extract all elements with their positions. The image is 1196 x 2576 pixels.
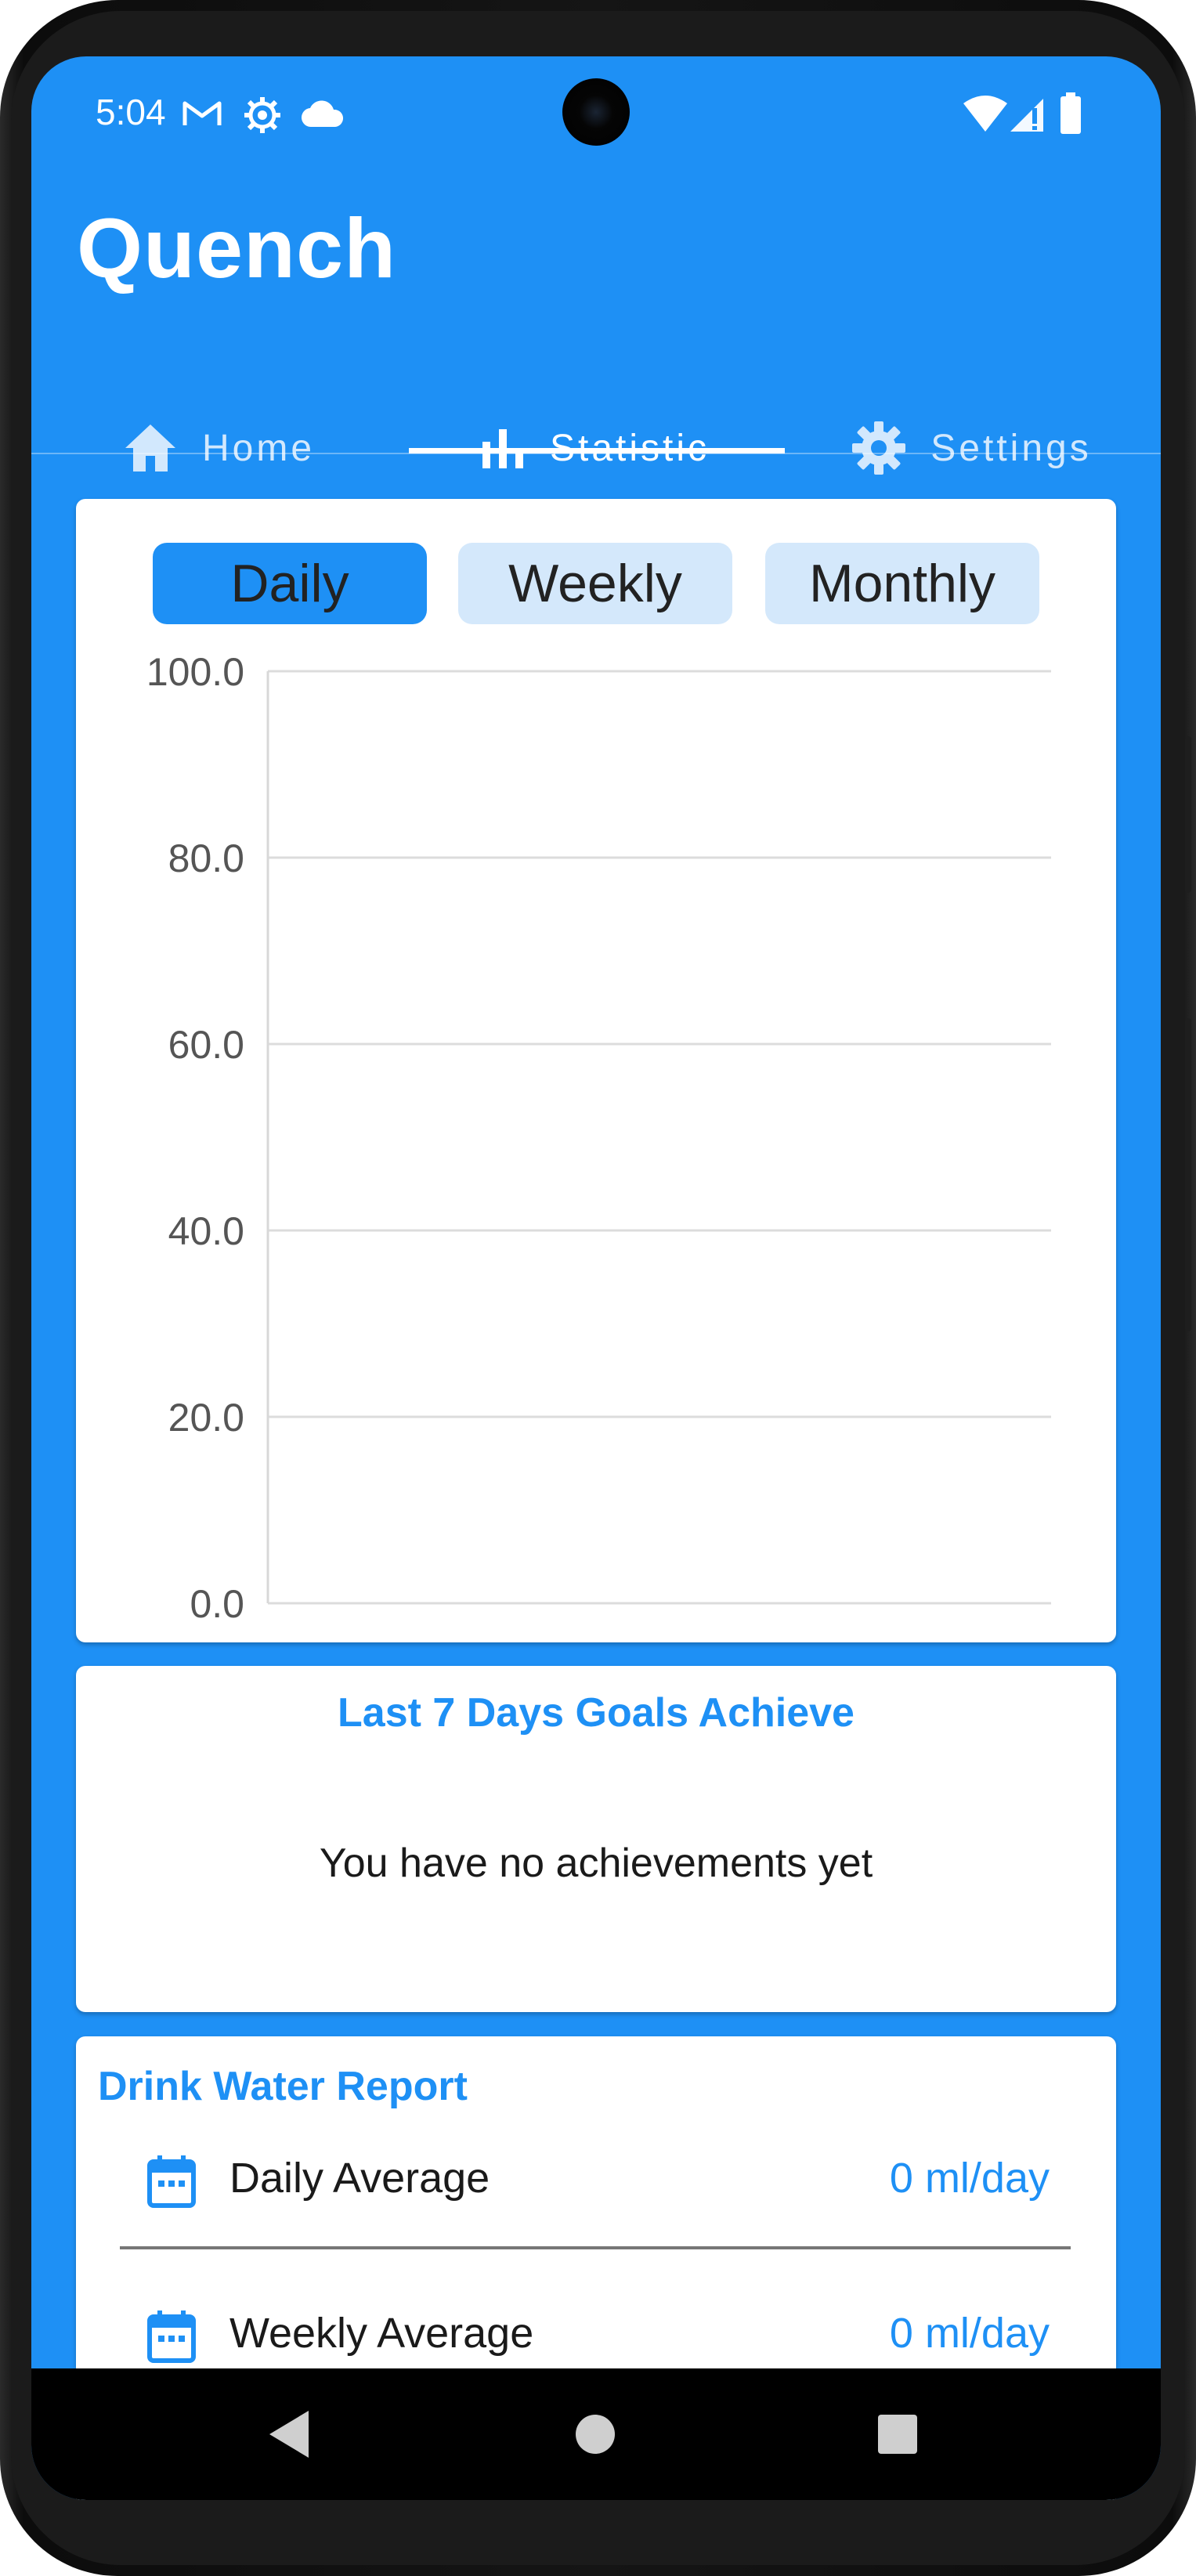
tab-divider [31, 453, 1161, 454]
goals-card: Last 7 Days Goals Achieve You have no ac… [76, 1666, 1116, 2012]
home-circle-icon[interactable] [575, 2414, 616, 2455]
calendar-icon [147, 2155, 196, 2208]
tab-settings-label: Settings [930, 427, 1092, 469]
status-time: 5:04 [96, 92, 166, 132]
app-title: Quench [77, 201, 397, 295]
status-bar: 5:04 [31, 56, 1161, 174]
y-tick-label: 100.0 [146, 650, 244, 694]
y-tick-label: 0.0 [190, 1582, 244, 1626]
report-row-daily-average: Daily Average 0 ml/day [76, 2130, 1116, 2224]
water-chart: 100.0 80.0 60.0 40.0 20.0 0.0 [146, 650, 1051, 1626]
power-button [1185, 1018, 1191, 1331]
signal-icon [1010, 99, 1043, 132]
volume-button [1185, 736, 1191, 893]
goals-empty-message: You have no achievements yet [319, 1841, 873, 1886]
chart-card: Daily Weekly Monthly 100.0 80.0 60.0 40.0 20… [76, 499, 1116, 1642]
y-tick-label: 60.0 [168, 1023, 244, 1067]
tab-home[interactable]: Home [31, 385, 407, 511]
report-row-weekly-average: Weekly Average 0 ml/day [76, 2285, 1116, 2379]
battery-icon [1061, 92, 1081, 134]
weekly-average-label: Weekly Average [229, 2310, 534, 2357]
y-tick-label: 20.0 [168, 1396, 244, 1440]
calendar-icon [147, 2310, 196, 2363]
report-title: Drink Water Report [98, 2064, 468, 2109]
settings-gear-icon [244, 97, 280, 133]
tab-settings[interactable]: Settings [783, 385, 1161, 511]
front-camera [562, 78, 630, 146]
y-tick-label: 80.0 [168, 836, 244, 880]
report-divider [120, 2246, 1071, 2249]
tab-home-label: Home [201, 427, 316, 469]
gear-icon [852, 421, 906, 475]
goals-title: Last 7 Days Goals Achieve [338, 1690, 855, 1736]
gmail-icon [182, 101, 222, 125]
daily-average-value: 0 ml/day [889, 2155, 1050, 2202]
back-icon[interactable] [268, 2409, 312, 2459]
home-icon [125, 425, 175, 471]
wifi-icon [963, 96, 1007, 132]
system-nav-bar [31, 2368, 1161, 2500]
weekly-average-value: 0 ml/day [889, 2310, 1050, 2357]
y-tick-label: 40.0 [168, 1209, 244, 1253]
recents-icon[interactable] [877, 2414, 918, 2455]
screen: 5:04 Quench Home Settings Daily Weekly M… [31, 56, 1161, 2500]
cloud-icon [301, 100, 344, 128]
daily-average-label: Daily Average [229, 2155, 490, 2202]
